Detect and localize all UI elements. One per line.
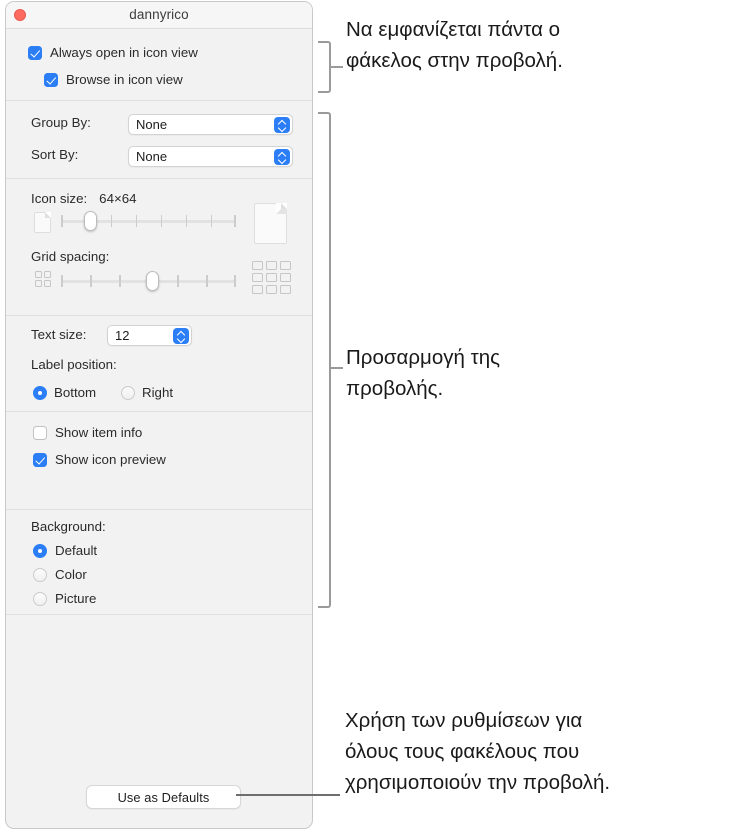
section-grouping: Group By: None Sort By: None (6, 101, 312, 179)
grid-spacing-row: Grid spacing: (31, 249, 109, 264)
sort-by-select[interactable]: None (128, 146, 293, 167)
chevron-updown-icon (274, 149, 290, 165)
callout-text-customize-view: Προσαρμογή της προβολής. (346, 346, 500, 400)
slider-tick (234, 215, 236, 227)
always-open-in-icon-view-row[interactable]: Always open in icon view (28, 45, 198, 60)
use-as-defaults-button[interactable]: Use as Defaults (86, 785, 241, 809)
show-icon-preview-checkbox[interactable] (33, 452, 47, 467)
grid-spacing-label: Grid spacing: (31, 249, 110, 264)
window-titlebar: dannyrico (6, 2, 312, 29)
background-default-label: Default (55, 543, 98, 558)
chevron-updown-icon (173, 328, 189, 344)
icon-size-value: 64×64 (99, 191, 137, 206)
callout-text-use-as-defaults: Χρήση των ρυθμίσεων για όλους τους φακέλ… (345, 709, 611, 794)
browse-in-icon-view-row[interactable]: Browse in icon view (44, 72, 183, 87)
radio-bottom[interactable] (33, 385, 47, 400)
small-document-icon (34, 212, 51, 233)
browse-in-icon-view-checkbox[interactable] (44, 72, 58, 87)
radio-color[interactable] (33, 567, 47, 582)
sort-by-label: Sort By: (31, 147, 79, 162)
slider-tick (206, 275, 208, 287)
show-item-info-label: Show item info (55, 425, 143, 440)
chevron-updown-icon (274, 117, 290, 133)
show-icon-preview-label: Show icon preview (55, 452, 166, 467)
slider-tick (234, 275, 236, 287)
background-default-option[interactable]: Default (33, 543, 97, 558)
radio-right[interactable] (121, 385, 135, 400)
slider-tick (177, 275, 179, 287)
slider-tick (90, 275, 92, 287)
sort-by-row: Sort By: (31, 147, 78, 162)
slider-tick (119, 275, 121, 287)
radio-default[interactable] (33, 543, 47, 558)
group-by-value: None (136, 117, 168, 132)
window-title: dannyrico (129, 7, 189, 22)
slider-tick (210, 215, 213, 227)
slider-tick (61, 215, 63, 227)
show-icon-preview-row[interactable]: Show icon preview (33, 452, 166, 467)
section-display: Show item info Show icon preview (6, 412, 312, 510)
sort-by-value: None (136, 149, 168, 164)
text-size-label: Text size: (31, 327, 87, 342)
label-position-bottom-label: Bottom (54, 385, 97, 400)
grid-spacing-slider[interactable] (61, 271, 236, 291)
show-item-info-checkbox[interactable] (33, 425, 47, 440)
label-position-row: Label position: (31, 357, 117, 372)
slider-tick (185, 215, 188, 227)
label-position-right-label: Right (142, 385, 174, 400)
slider-tick (110, 215, 113, 227)
large-document-icon (254, 203, 287, 244)
large-grid-icon (252, 261, 291, 294)
always-open-in-icon-view-checkbox[interactable] (28, 45, 42, 60)
section-text: Text size: 12 Label position: Bottom Rig… (6, 316, 312, 412)
callout-leader-use-defaults (236, 794, 340, 796)
section-sizing: Icon size: 64×64 Grid spacing: (6, 179, 312, 316)
background-color-label: Color (55, 567, 87, 582)
group-by-row: Group By: (31, 115, 91, 130)
slider-tick (160, 215, 163, 227)
callout-stub-top (331, 66, 343, 68)
background-label: Background: (31, 519, 106, 534)
view-options-window: dannyrico Always open in icon view Brows… (5, 1, 313, 829)
group-by-select[interactable]: None (128, 114, 293, 135)
radio-picture[interactable] (33, 591, 47, 606)
always-open-in-icon-view-label: Always open in icon view (50, 45, 198, 60)
label-position-bottom-option[interactable]: Bottom (33, 385, 96, 400)
background-picture-option[interactable]: Picture (33, 591, 96, 606)
small-grid-icon (35, 271, 51, 287)
grid-spacing-slider-thumb[interactable] (145, 271, 159, 291)
section-background: Background: Default Color Picture (6, 510, 312, 615)
group-by-label: Group By: (31, 115, 91, 130)
section-icon-view: Always open in icon view Browse in icon … (6, 29, 312, 101)
label-position-label: Label position: (31, 357, 117, 372)
icon-size-label: Icon size: (31, 191, 88, 206)
browse-in-icon-view-label: Browse in icon view (66, 72, 183, 87)
text-size-value: 12 (115, 328, 130, 343)
background-label-row: Background: (31, 519, 106, 534)
text-size-row: Text size: (31, 327, 86, 342)
callout-stub-middle (331, 367, 343, 369)
background-color-option[interactable]: Color (33, 567, 87, 582)
text-size-select[interactable]: 12 (107, 325, 192, 346)
slider-tick (135, 215, 138, 227)
background-picture-label: Picture (55, 591, 97, 606)
callout-bracket-top (318, 41, 331, 93)
icon-size-slider-thumb[interactable] (84, 211, 98, 231)
icon-size-slider[interactable] (61, 211, 236, 231)
callout-text-always-show-folder: Να εμφανίζεται πάντα ο φάκελος στην προβ… (346, 18, 563, 72)
show-item-info-row[interactable]: Show item info (33, 425, 142, 440)
icon-size-row: Icon size: 64×64 (31, 191, 137, 206)
label-position-right-option[interactable]: Right (121, 385, 173, 400)
callout-bracket-middle (318, 112, 331, 608)
slider-tick (61, 275, 63, 287)
